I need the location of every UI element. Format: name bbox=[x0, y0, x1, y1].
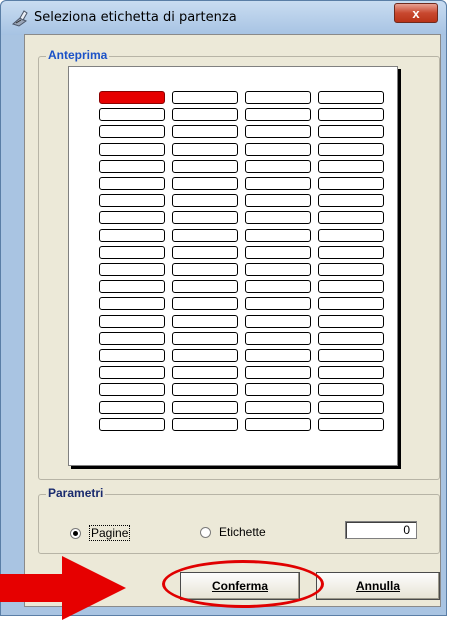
label-cell[interactable] bbox=[318, 331, 384, 345]
cancel-button[interactable]: Annulla bbox=[316, 572, 440, 600]
title-bar[interactable]: Seleziona etichetta di partenza x bbox=[1, 1, 446, 35]
label-cell[interactable] bbox=[99, 228, 165, 242]
label-cell[interactable] bbox=[245, 331, 311, 345]
label-cell[interactable] bbox=[99, 314, 165, 328]
label-cell[interactable] bbox=[172, 400, 238, 414]
label-cell[interactable] bbox=[172, 228, 238, 242]
label-cell[interactable] bbox=[172, 383, 238, 397]
label-cell[interactable] bbox=[172, 366, 238, 380]
label-cell[interactable] bbox=[99, 263, 165, 276]
label-cell-selected[interactable] bbox=[99, 91, 165, 104]
label-cell[interactable] bbox=[245, 263, 311, 276]
label-cell[interactable] bbox=[318, 159, 384, 173]
label-cell[interactable] bbox=[318, 417, 384, 431]
label-cell[interactable] bbox=[245, 194, 311, 208]
label-cell[interactable] bbox=[245, 366, 311, 380]
label-cell[interactable] bbox=[172, 245, 238, 259]
window-title: Seleziona etichetta di partenza bbox=[34, 10, 237, 25]
label-cell[interactable] bbox=[99, 194, 165, 208]
highlight-arrow bbox=[0, 556, 126, 620]
label-cell[interactable] bbox=[318, 280, 384, 294]
label-cell[interactable] bbox=[99, 366, 165, 380]
label-cell[interactable] bbox=[172, 349, 238, 362]
label-cell[interactable] bbox=[245, 400, 311, 414]
label-cell[interactable] bbox=[318, 245, 384, 259]
parameters-group-title: Parametri bbox=[46, 486, 106, 500]
label-cell[interactable] bbox=[318, 383, 384, 397]
label-cell[interactable] bbox=[172, 297, 238, 311]
label-cell[interactable] bbox=[172, 177, 238, 190]
label-cell[interactable] bbox=[245, 211, 311, 225]
preview-group-title: Anteprima bbox=[46, 48, 110, 62]
label-cell[interactable] bbox=[99, 383, 165, 397]
label-cell[interactable] bbox=[245, 314, 311, 328]
label-cell[interactable] bbox=[318, 177, 384, 190]
radio-pages-label: Pagine bbox=[89, 525, 131, 541]
label-cell[interactable] bbox=[99, 297, 165, 311]
label-cell[interactable] bbox=[318, 349, 384, 362]
radio-labels[interactable]: Etichette bbox=[200, 525, 266, 539]
label-cell[interactable] bbox=[318, 125, 384, 139]
label-cell[interactable] bbox=[172, 194, 238, 208]
label-cell[interactable] bbox=[99, 177, 165, 190]
label-cell[interactable] bbox=[99, 280, 165, 294]
label-cell[interactable] bbox=[99, 108, 165, 122]
label-cell[interactable] bbox=[318, 400, 384, 414]
label-cell[interactable] bbox=[99, 159, 165, 173]
start-number-input[interactable]: 0 bbox=[345, 521, 417, 539]
highlight-oval bbox=[162, 560, 324, 608]
label-cell[interactable] bbox=[99, 125, 165, 139]
label-cell[interactable] bbox=[245, 142, 311, 156]
label-cell[interactable] bbox=[245, 159, 311, 173]
label-cell[interactable] bbox=[172, 314, 238, 328]
label-cell[interactable] bbox=[99, 142, 165, 156]
label-cell[interactable] bbox=[318, 228, 384, 242]
label-cell[interactable] bbox=[245, 245, 311, 259]
label-cell[interactable] bbox=[318, 263, 384, 276]
label-cell[interactable] bbox=[245, 125, 311, 139]
radio-labels-dot[interactable] bbox=[200, 526, 211, 538]
label-sheet-preview bbox=[68, 66, 398, 466]
label-cell[interactable] bbox=[172, 125, 238, 139]
label-cell[interactable] bbox=[245, 280, 311, 294]
label-cell[interactable] bbox=[245, 297, 311, 311]
label-cell[interactable] bbox=[172, 263, 238, 276]
radio-labels-label: Etichette bbox=[219, 525, 266, 539]
label-cell[interactable] bbox=[318, 108, 384, 122]
close-button[interactable]: x bbox=[394, 3, 438, 23]
label-cell[interactable] bbox=[172, 91, 238, 104]
label-cell[interactable] bbox=[172, 417, 238, 431]
label-cell[interactable] bbox=[172, 142, 238, 156]
label-cell[interactable] bbox=[99, 417, 165, 431]
label-cell[interactable] bbox=[318, 211, 384, 225]
label-cell[interactable] bbox=[99, 211, 165, 225]
label-cell[interactable] bbox=[245, 91, 311, 104]
label-cell[interactable] bbox=[99, 349, 165, 362]
radio-pages-dot[interactable] bbox=[70, 527, 81, 539]
label-cell[interactable] bbox=[245, 177, 311, 190]
label-cell[interactable] bbox=[318, 297, 384, 311]
label-cell[interactable] bbox=[99, 245, 165, 259]
label-cell[interactable] bbox=[318, 314, 384, 328]
label-cell[interactable] bbox=[172, 108, 238, 122]
label-cell[interactable] bbox=[318, 142, 384, 156]
label-cell[interactable] bbox=[318, 91, 384, 104]
label-cell[interactable] bbox=[245, 417, 311, 431]
label-cell[interactable] bbox=[172, 280, 238, 294]
label-cell[interactable] bbox=[245, 383, 311, 397]
label-cell[interactable] bbox=[245, 228, 311, 242]
radio-pages[interactable]: Pagine bbox=[70, 525, 131, 541]
label-cell[interactable] bbox=[172, 331, 238, 345]
label-cell[interactable] bbox=[318, 194, 384, 208]
label-cell[interactable] bbox=[245, 108, 311, 122]
label-printer-icon bbox=[12, 10, 28, 27]
label-cell[interactable] bbox=[318, 366, 384, 380]
label-cell[interactable] bbox=[99, 331, 165, 345]
label-cell[interactable] bbox=[99, 400, 165, 414]
label-cell[interactable] bbox=[172, 211, 238, 225]
label-cell[interactable] bbox=[172, 159, 238, 173]
label-cell[interactable] bbox=[245, 349, 311, 362]
